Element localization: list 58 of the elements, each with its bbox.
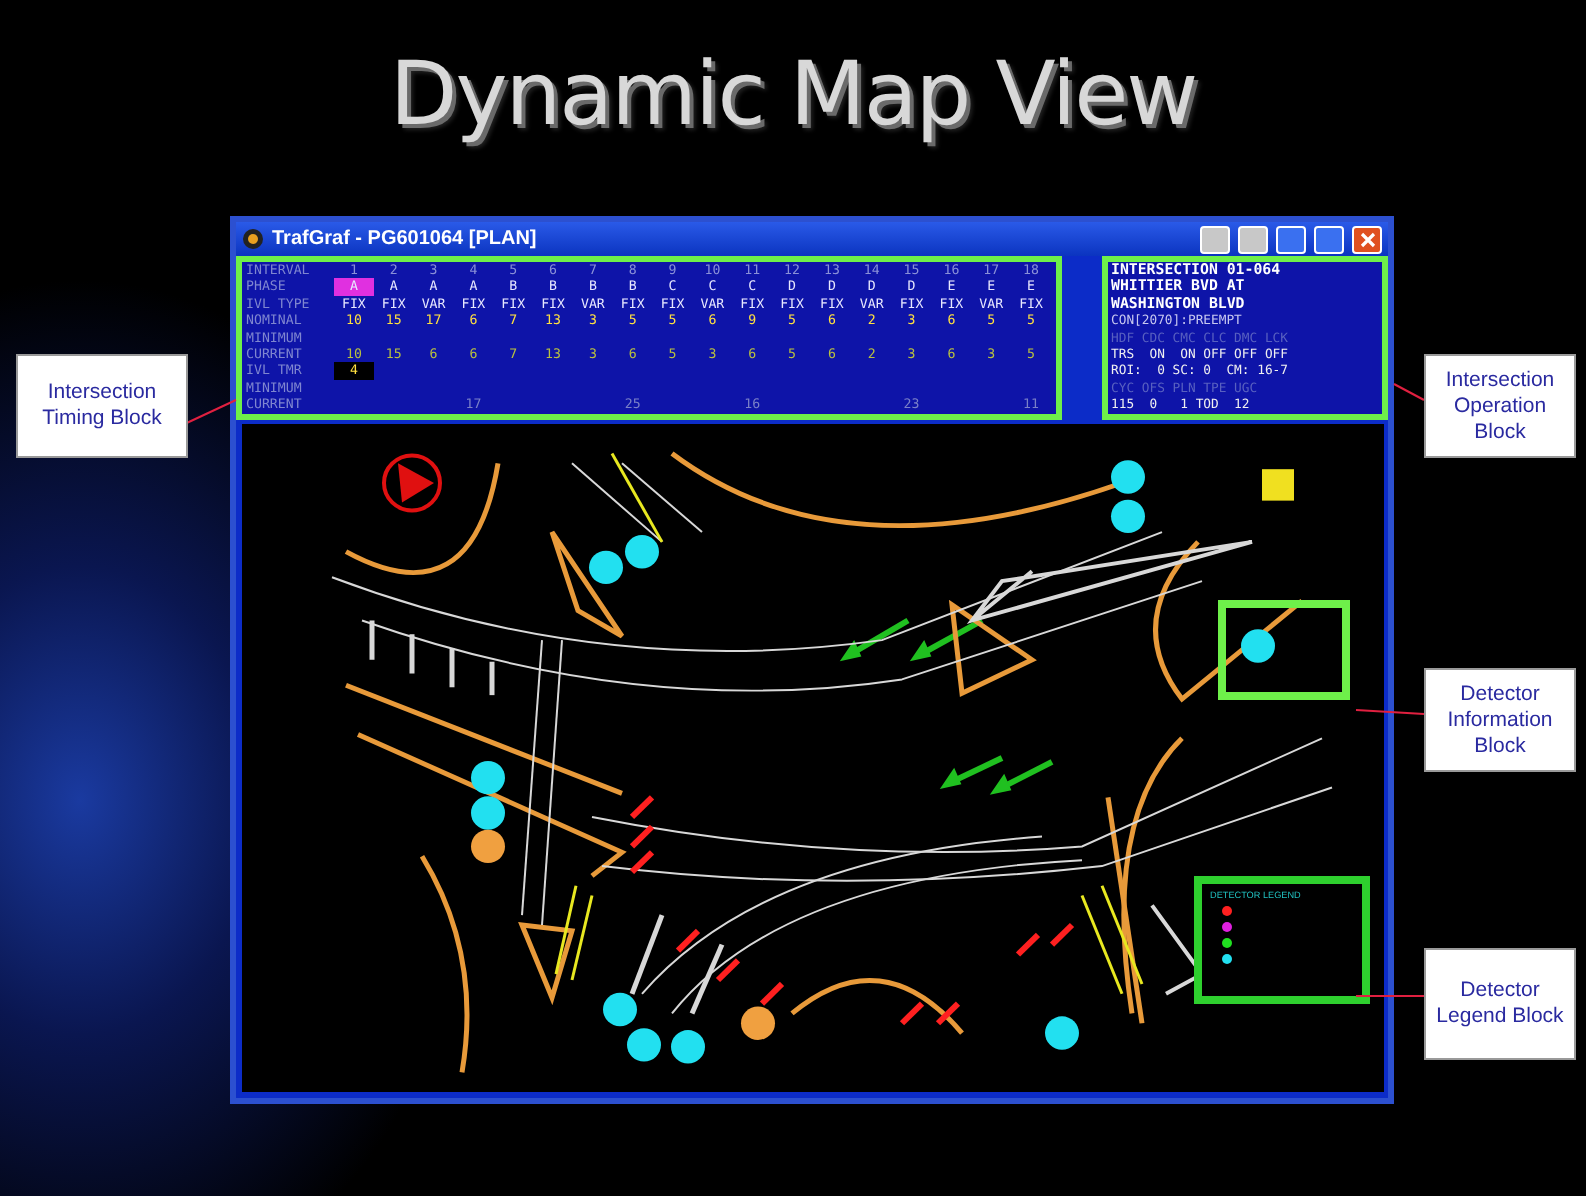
- signal-head-marker: [1015, 932, 1041, 957]
- crosswalk-stripe: [369, 620, 375, 660]
- signal-head-marker: [1049, 922, 1075, 947]
- detector-info-frame: [1218, 600, 1350, 700]
- signal-head-marker: [935, 1001, 961, 1026]
- detector-icon[interactable]: [1045, 1016, 1079, 1050]
- signal-head-marker: [629, 795, 655, 820]
- curb-line: [549, 529, 625, 639]
- leader-line: [1355, 709, 1425, 715]
- crosswalk-stripe: [489, 661, 495, 696]
- detector-icon[interactable]: [603, 992, 637, 1027]
- signal-head-marker: [629, 850, 655, 875]
- leader-line: [1393, 383, 1425, 401]
- signal-head-marker: [759, 981, 785, 1006]
- app-logo-icon: [242, 228, 264, 250]
- traffic-arrow-icon: [909, 617, 984, 662]
- detector-icon[interactable]: [671, 1030, 705, 1064]
- callout-label: Intersection Operation Block: [1424, 354, 1576, 458]
- detector-icon[interactable]: [589, 550, 623, 585]
- callout-label: Detector Legend Block: [1424, 948, 1576, 1060]
- detector-icon[interactable]: [741, 1006, 775, 1040]
- callout-label: Intersection Timing Block: [16, 354, 188, 458]
- traffic-arrow-icon: [989, 759, 1054, 795]
- detector-icon[interactable]: [471, 760, 505, 795]
- detector-icon[interactable]: [625, 535, 659, 569]
- status-square-icon: [1262, 469, 1294, 501]
- center-line: [1080, 894, 1124, 995]
- center-line: [1100, 885, 1144, 985]
- detector-icon[interactable]: [471, 796, 505, 830]
- signal-head-marker: [715, 958, 741, 983]
- center-line: [610, 452, 664, 543]
- traffic-arrow-icon: [939, 755, 1004, 789]
- detector-icon[interactable]: [1111, 499, 1145, 534]
- curb-line: [518, 922, 576, 1006]
- detector-icon[interactable]: [1111, 460, 1145, 494]
- crosswalk-stripe: [629, 914, 665, 995]
- maximize-button[interactable]: [1314, 225, 1344, 253]
- signal-head-marker: [675, 928, 701, 953]
- crosswalk-stripe: [449, 648, 455, 688]
- detector-icon[interactable]: [627, 1028, 661, 1062]
- slide-title: Dynamic Map View: [389, 44, 1197, 146]
- window-title: TrafGraf - PG601064 [PLAN]: [272, 228, 537, 250]
- callout-label: Detector Information Block: [1424, 668, 1576, 772]
- close-icon: [1359, 231, 1375, 247]
- detector-icon[interactable]: [1241, 629, 1275, 663]
- center-line: [570, 895, 594, 981]
- detector-icon[interactable]: [471, 829, 505, 864]
- crosswalk-stripe: [689, 943, 725, 1015]
- signal-head-marker: [899, 1001, 925, 1026]
- center-line: [554, 885, 578, 975]
- curb-line: [948, 599, 1037, 697]
- traffic-arrow-icon: [839, 617, 910, 662]
- close-button[interactable]: [1352, 225, 1382, 253]
- leader-line: [1355, 995, 1425, 997]
- crosswalk-stripe: [409, 634, 415, 674]
- toolbar-button[interactable]: [1238, 225, 1268, 253]
- signal-head-marker: [629, 824, 655, 849]
- minimize-button[interactable]: [1276, 225, 1306, 253]
